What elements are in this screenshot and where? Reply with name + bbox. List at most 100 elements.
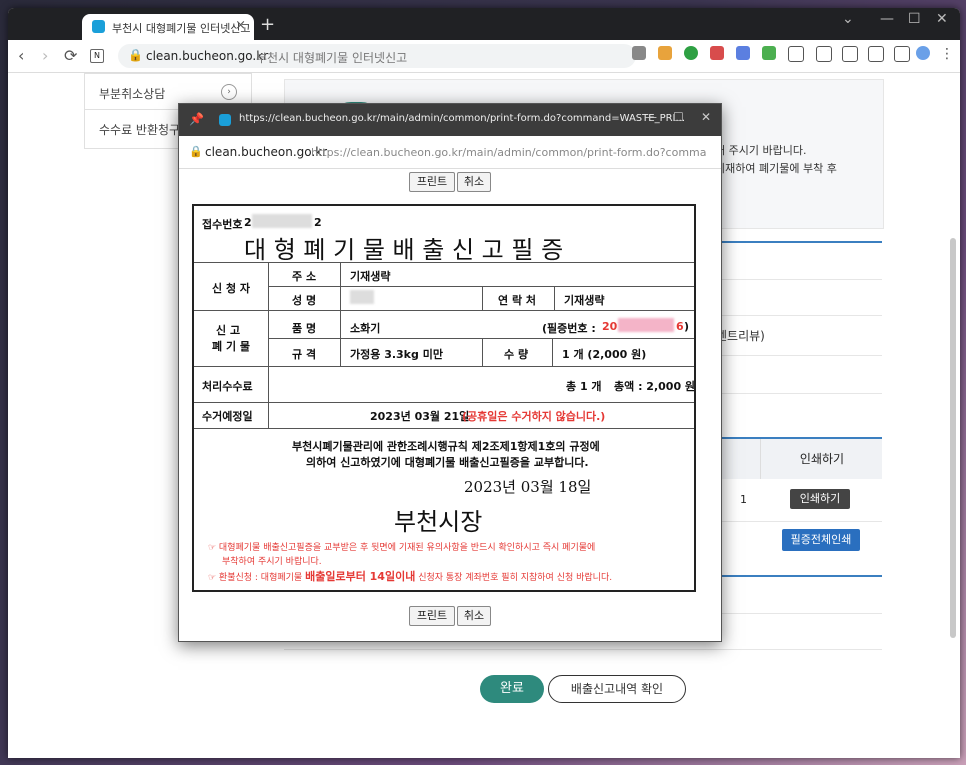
receipt-prefix: 2 — [244, 216, 252, 229]
address-bar[interactable]: 🔒 clean.bucheon.go.kr 부천시 대형폐기물 인터넷신고 — [118, 44, 636, 68]
download-icon[interactable] — [816, 46, 832, 62]
scrollbar[interactable] — [950, 238, 956, 638]
maximize-icon[interactable]: ☐ — [673, 110, 684, 124]
lock-icon: 🔒 — [189, 145, 203, 158]
pickup-date: 2023년 03월 21일 — [370, 410, 470, 423]
lock-icon: 🔒 — [128, 48, 143, 62]
shield-icon[interactable] — [684, 46, 698, 60]
print-button[interactable]: 프린트 — [409, 606, 455, 626]
tab-strip: 부천시 대형폐기물 인터넷신고 × + ⌄ — ☐ ✕ — [8, 8, 960, 40]
spec-value: 가정용 3.3kg 미만 — [350, 348, 443, 361]
statement-text: 부천시폐기물관리에 관한조례시행규칙 제2조제1항제1호의 규정에 — [292, 440, 600, 453]
notice-text: ☞ 환불신청 : 대형폐기물 배출일로부터 14일이내 신청자 통장 계좌번호 … — [208, 570, 613, 583]
applicant-label: 신 청 자 — [212, 282, 251, 295]
certificate: 접수번호 2 2 대 형 폐 기 물 배 출 신 고 필 증 신 청 자 주 소… — [192, 204, 696, 592]
back-icon[interactable]: ‹ — [18, 46, 24, 65]
contact-label: 연 락 처 — [498, 294, 537, 307]
n-extension-icon[interactable]: N — [90, 49, 104, 63]
close-window-icon[interactable]: ✕ — [936, 11, 948, 27]
minimize-icon[interactable]: — — [645, 110, 657, 124]
cancel-button[interactable]: 취소 — [457, 172, 491, 192]
translate-icon[interactable] — [632, 46, 646, 60]
print-column-header: 인쇄하기 — [760, 439, 883, 479]
receipt-suffix: 2 — [314, 216, 322, 229]
redacted-name — [350, 290, 374, 304]
maximize-icon[interactable]: ☐ — [908, 11, 921, 27]
print-popup-window: 📌 https://clean.bucheon.go.kr/main/admin… — [178, 103, 722, 642]
history-button[interactable]: 배출신고내역 확인 — [548, 675, 686, 703]
issuer: 부천시장 — [394, 508, 483, 536]
new-tab-icon[interactable]: + — [260, 14, 275, 35]
extension-icon[interactable] — [658, 46, 672, 60]
address-page-title: 부천시 대형폐기물 인터넷신고 — [256, 51, 408, 65]
done-button[interactable]: 완료 — [480, 675, 544, 703]
issue-date: 2023년 03월 18일 — [464, 478, 592, 496]
item-value: 소화기 — [350, 322, 381, 335]
address-host: clean.bucheon.go.kr — [146, 49, 269, 63]
print-button[interactable]: 프린트 — [409, 172, 455, 192]
fee-total: 총 1 개 — [566, 380, 602, 393]
item-label: 품 명 — [292, 322, 317, 335]
pickup-label: 수거예정일 — [202, 410, 253, 423]
popup-titlebar: 📌 https://clean.bucheon.go.kr/main/admin… — [179, 104, 721, 136]
cert-no-close: ) — [684, 320, 690, 333]
name-label: 성 명 — [292, 294, 317, 307]
popup-host: clean.bucheon.go.kr — [205, 145, 328, 159]
cert-no-label: (필증번호 : — [542, 322, 596, 335]
address-value: 기재생략 — [350, 270, 391, 283]
row-text: 센트리뷰) — [716, 329, 765, 343]
site-favicon-icon — [219, 114, 231, 126]
tab-search-icon[interactable]: ⌄ — [842, 11, 854, 27]
sidebar-icon[interactable] — [894, 46, 910, 62]
fee-label: 처리수수료 — [202, 380, 253, 393]
info-text: 해 주시기 바랍니다. — [715, 144, 807, 157]
cast-icon[interactable] — [842, 46, 858, 62]
close-tab-icon[interactable]: × — [235, 18, 246, 33]
minimize-icon[interactable]: — — [880, 11, 894, 27]
sidebar-item-label: 부분취소상담 — [99, 87, 166, 101]
address-label: 주 소 — [292, 270, 317, 283]
extension-icon[interactable] — [710, 46, 724, 60]
extension-icon[interactable] — [736, 46, 750, 60]
info-text: 기재하여 폐기물에 부착 후 — [715, 162, 837, 175]
popup-title-url: https://clean.bucheon.go.kr/main/admin/c… — [239, 113, 686, 124]
notice-text: ☞ 대형폐기물 배출신고필증을 교부받은 후 뒷면에 기재된 유의사항을 반드시… — [208, 543, 596, 553]
avatar[interactable] — [916, 46, 930, 60]
qty-cell: 1 — [740, 493, 747, 506]
receipt-label: 접수번호 — [202, 218, 243, 231]
statement-text: 의하여 신고하였기에 대형폐기물 배출신고필증을 교부합니다. — [306, 456, 589, 469]
pin-icon[interactable]: 📌 — [189, 112, 204, 126]
certificate-title: 대 형 폐 기 물 배 출 신 고 필 증 — [244, 236, 564, 264]
browser-tab[interactable]: 부천시 대형폐기물 인터넷신고 × — [82, 14, 254, 40]
redacted-receipt-number — [252, 214, 312, 228]
tab-title: 부천시 대형폐기물 인터넷신고 — [112, 22, 251, 35]
forward-icon[interactable]: › — [42, 46, 48, 65]
cert-no-prefix: 20 — [602, 320, 618, 333]
puzzle-icon[interactable] — [788, 46, 804, 62]
extension-icon[interactable] — [762, 46, 776, 60]
qty-label: 수 량 — [504, 348, 529, 361]
popup-address-bar[interactable]: 🔒 clean.bucheon.go.kr https://clean.buch… — [179, 136, 721, 169]
notice-text: 부착하여 주시기 바랍니다. — [222, 557, 322, 567]
popup-url: https://clean.bucheon.go.kr/main/admin/c… — [311, 146, 707, 159]
waste-label: 폐 기 물 — [212, 340, 251, 353]
waste-label: 신 고 — [216, 324, 241, 337]
spec-label: 규 격 — [292, 348, 317, 361]
qty-value: 1 개 (2,000 원) — [562, 348, 647, 361]
chevron-right-icon: › — [221, 84, 237, 100]
cancel-button[interactable]: 취소 — [457, 606, 491, 626]
screenshot-icon[interactable] — [868, 46, 884, 62]
site-favicon-icon — [92, 20, 105, 33]
redacted-cert-number — [618, 318, 674, 332]
close-window-icon[interactable]: ✕ — [701, 110, 711, 124]
print-button[interactable]: 인쇄하기 — [790, 489, 850, 509]
cert-no-suffix: 6 — [676, 320, 684, 333]
fee-amount: 총액 : 2,000 원 — [614, 380, 696, 393]
divider — [284, 649, 882, 650]
sidebar-item-label: 수수료 반환청구 — [99, 123, 181, 137]
pickup-note: (공휴일은 수거하지 않습니다.) — [462, 410, 606, 423]
menu-icon[interactable]: ⋮ — [940, 46, 954, 62]
contact-value: 기재생략 — [564, 294, 605, 307]
print-all-button[interactable]: 필증전체인쇄 — [782, 529, 860, 551]
reload-icon[interactable]: ⟳ — [64, 46, 77, 65]
